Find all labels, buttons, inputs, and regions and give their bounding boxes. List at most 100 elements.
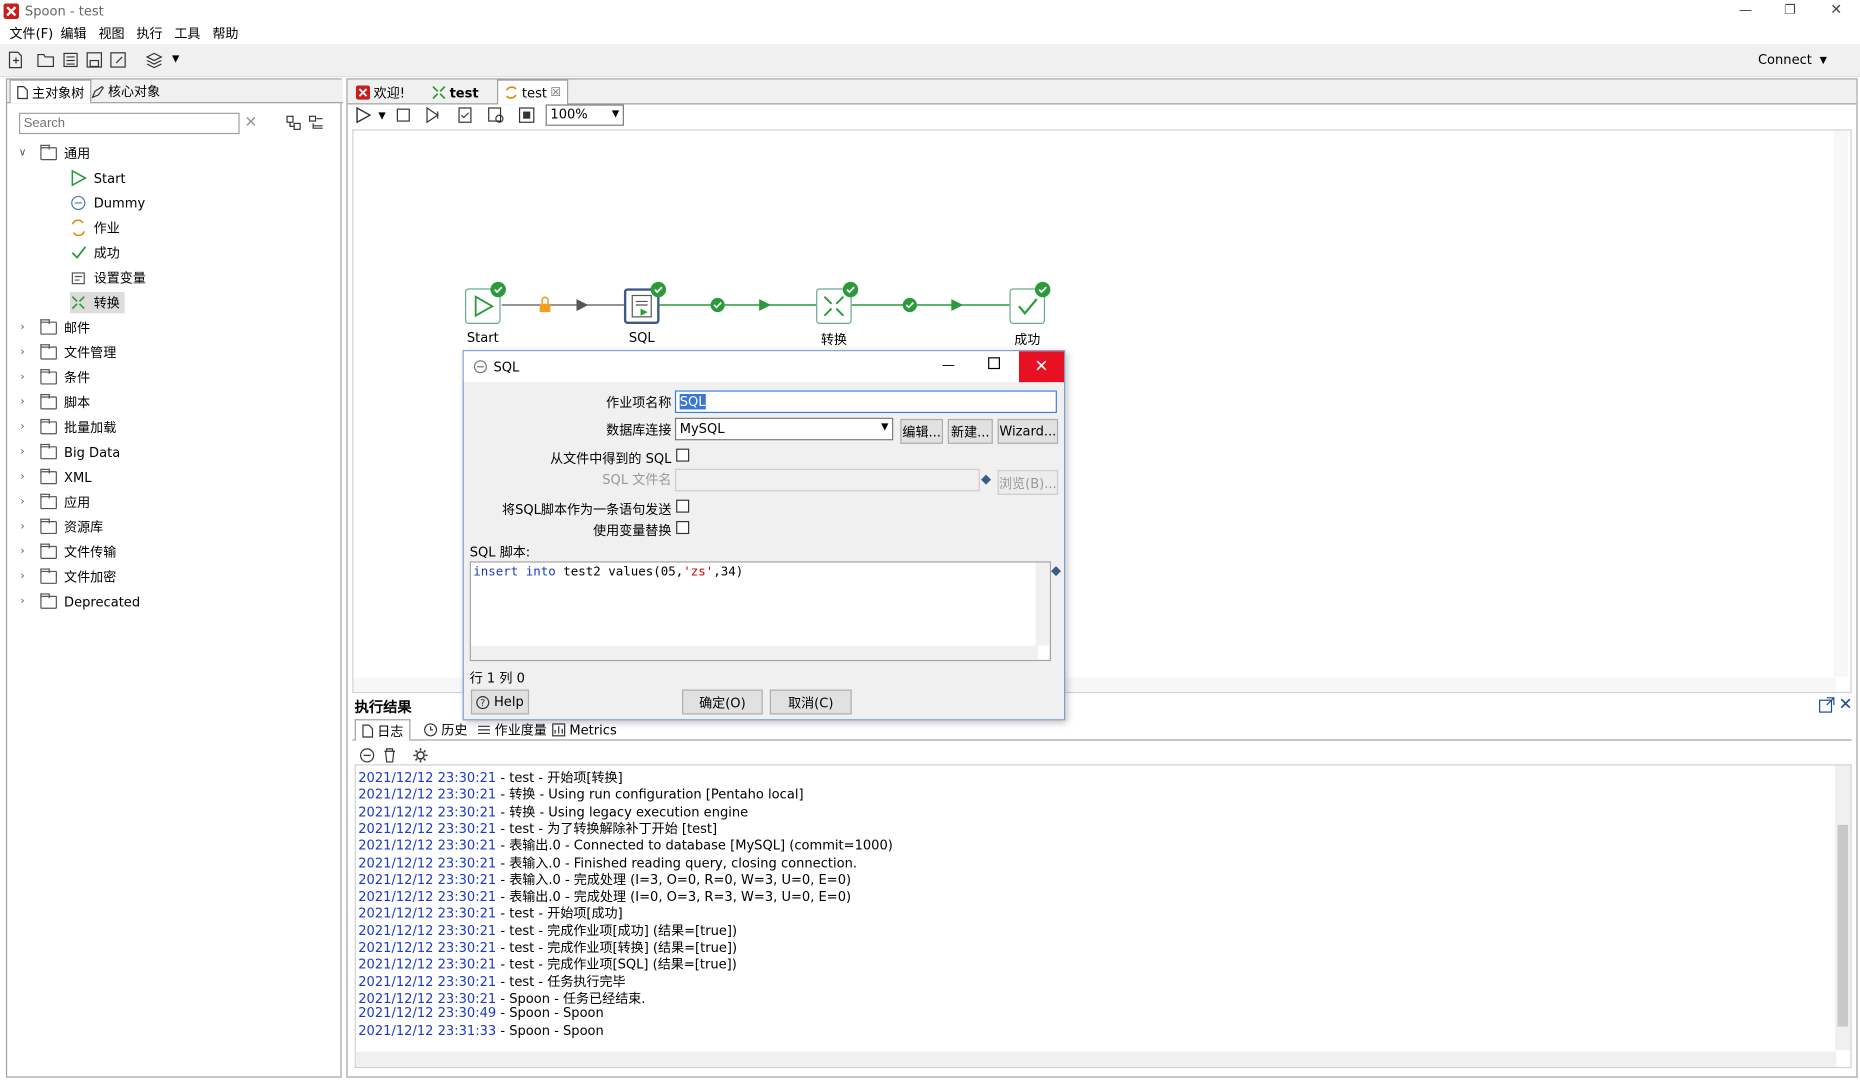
dialog-maximize-icon[interactable] xyxy=(988,357,1000,370)
sql-script-editor[interactable]: insert into test2 values(05,'zs',34) xyxy=(469,561,1051,662)
tree-folder-deprecated[interactable]: › Deprecated xyxy=(17,591,141,612)
tab-history[interactable]: 历史 xyxy=(418,719,474,740)
variable-substitution-checkbox[interactable] xyxy=(676,521,690,535)
log-scroll-thumb[interactable] xyxy=(1837,824,1849,1027)
chevron-right-icon[interactable]: › xyxy=(17,521,29,533)
sql-from-file-checkbox[interactable] xyxy=(676,448,690,462)
expand-all-icon[interactable] xyxy=(286,115,301,130)
menu-tools[interactable]: 工具 xyxy=(174,24,200,43)
sql-icon[interactable] xyxy=(488,107,505,124)
tree-item-dummy[interactable]: Dummy xyxy=(70,192,145,213)
tree-folder-xml[interactable]: › XML xyxy=(17,466,92,487)
tree-folder-repository[interactable]: › 资源库 xyxy=(17,516,104,537)
trash-icon[interactable] xyxy=(382,748,397,763)
chevron-right-icon[interactable]: › xyxy=(17,396,29,408)
send-single-statement-checkbox[interactable] xyxy=(676,499,690,513)
tree-item-job[interactable]: 作业 xyxy=(70,217,120,238)
explore-repo-icon[interactable] xyxy=(62,51,80,69)
tree-folder-scripting[interactable]: › 脚本 xyxy=(17,392,91,413)
tab-core-objects[interactable]: 核心对象 xyxy=(85,81,166,102)
tree-folder-bulk-load[interactable]: › 批量加载 xyxy=(17,417,117,438)
check-job-icon[interactable] xyxy=(457,107,474,124)
close-icon[interactable]: ✕ xyxy=(1830,1,1842,18)
wizard-button[interactable]: Wizard... xyxy=(997,418,1059,444)
collapse-all-icon[interactable] xyxy=(308,115,323,130)
explore-db-icon[interactable] xyxy=(518,107,535,124)
save-icon[interactable] xyxy=(85,51,103,69)
tree-folder-file-transfer[interactable]: › 文件传输 xyxy=(17,541,117,562)
tree-folder-conditions[interactable]: › 条件 xyxy=(17,367,91,388)
sql-filename-input[interactable] xyxy=(674,468,980,492)
tree-item-set-variables[interactable]: 设置变量 xyxy=(70,267,146,288)
log-text-area[interactable]: 2021/12/12 23:30:21 - test - 开始项[转换] 2021… xyxy=(354,764,1852,1069)
run-dropdown-icon[interactable]: ▼ xyxy=(378,110,385,121)
menu-view[interactable]: 视图 xyxy=(98,24,124,43)
connect-dropdown-icon[interactable]: ▼ xyxy=(1820,55,1827,66)
tree-folder-file-management[interactable]: › 文件管理 xyxy=(17,342,117,363)
chevron-right-icon[interactable]: › xyxy=(17,471,29,483)
chevron-right-icon[interactable]: › xyxy=(17,546,29,558)
tree-folder-file-encryption[interactable]: › 文件加密 xyxy=(17,566,117,587)
new-file-icon[interactable] xyxy=(7,51,24,69)
stop-icon[interactable] xyxy=(396,108,410,122)
chevron-down-icon[interactable]: ∨ xyxy=(17,147,29,159)
save-as-icon[interactable] xyxy=(109,51,127,69)
layers-dropdown-icon[interactable]: ▼ xyxy=(172,53,179,64)
ok-button[interactable]: 确定(O) xyxy=(682,689,763,715)
tree-folder-general[interactable]: ∨ 通用 xyxy=(17,142,91,163)
log-horizontal-scrollbar[interactable] xyxy=(355,1051,1837,1067)
chevron-right-icon[interactable]: › xyxy=(17,571,29,583)
tab-test-transformation[interactable]: test xyxy=(426,82,485,103)
menu-help[interactable]: 帮助 xyxy=(212,24,238,43)
menu-file[interactable]: 文件(F) xyxy=(9,24,53,43)
open-file-icon[interactable] xyxy=(37,51,55,69)
browse-button[interactable]: 浏览(B)... xyxy=(997,469,1059,495)
db-connection-select[interactable]: MySQL ▼ xyxy=(674,417,894,441)
search-input[interactable] xyxy=(18,112,240,135)
cancel-button[interactable]: 取消(C) xyxy=(769,689,852,715)
clear-log-icon[interactable] xyxy=(359,748,375,763)
close-tab-icon[interactable]: ☒ xyxy=(551,86,562,99)
tab-main-tree[interactable]: 主对象树 xyxy=(9,79,92,104)
edit-connection-button[interactable]: 编辑... xyxy=(900,418,944,444)
tab-test-job[interactable]: test ☒ xyxy=(497,79,569,105)
chevron-right-icon[interactable]: › xyxy=(17,347,29,359)
tab-log[interactable]: 日志 xyxy=(354,719,411,741)
gear-icon[interactable] xyxy=(413,748,428,763)
new-connection-button[interactable]: 新建... xyxy=(947,418,993,444)
preview-icon[interactable] xyxy=(425,106,443,124)
help-button[interactable]: ? Help xyxy=(470,689,530,715)
menu-run[interactable]: 执行 xyxy=(136,24,162,43)
connect-button[interactable]: Connect xyxy=(1758,52,1812,67)
clear-search-icon[interactable]: ✕ xyxy=(244,114,257,132)
tree-item-start[interactable]: Start xyxy=(70,167,126,188)
chevron-right-icon[interactable]: › xyxy=(17,596,29,608)
script-horizontal-scrollbar[interactable] xyxy=(470,645,1038,660)
tree-folder-mail[interactable]: › 邮件 xyxy=(17,317,91,338)
maximize-panel-icon[interactable] xyxy=(1818,697,1835,714)
chevron-right-icon[interactable]: › xyxy=(17,421,29,433)
zoom-select[interactable]: 100% ▼ xyxy=(545,104,624,126)
minimize-icon[interactable]: — xyxy=(1739,2,1752,17)
tree-item-transform[interactable]: 转换 xyxy=(69,291,125,314)
run-icon[interactable] xyxy=(355,106,372,124)
chevron-right-icon[interactable]: › xyxy=(17,322,29,334)
tree-item-success[interactable]: 成功 xyxy=(70,242,120,263)
restore-icon[interactable]: ❐ xyxy=(1784,2,1796,17)
tree-folder-utility[interactable]: › 应用 xyxy=(17,491,91,512)
dialog-minimize-icon[interactable]: — xyxy=(942,357,955,372)
chevron-right-icon[interactable]: › xyxy=(17,371,29,383)
menu-edit[interactable]: 编辑 xyxy=(60,24,86,43)
chevron-right-icon[interactable]: › xyxy=(17,446,29,458)
close-panel-icon[interactable]: ✕ xyxy=(1839,695,1853,714)
job-entry-name-input[interactable]: SQL xyxy=(674,390,1057,414)
tab-welcome[interactable]: 欢迎! xyxy=(350,82,411,103)
layers-icon[interactable] xyxy=(145,51,164,69)
tab-metrics[interactable]: Metrics xyxy=(546,719,623,740)
tree-folder-big-data[interactable]: › Big Data xyxy=(17,441,120,462)
tab-job-metrics[interactable]: 作业度量 xyxy=(471,719,553,740)
script-vertical-scrollbar[interactable] xyxy=(1035,562,1050,646)
chevron-right-icon[interactable]: › xyxy=(17,496,29,508)
log-vertical-scrollbar[interactable] xyxy=(1835,765,1851,1051)
dialog-close-button[interactable]: ✕ xyxy=(1018,351,1065,383)
